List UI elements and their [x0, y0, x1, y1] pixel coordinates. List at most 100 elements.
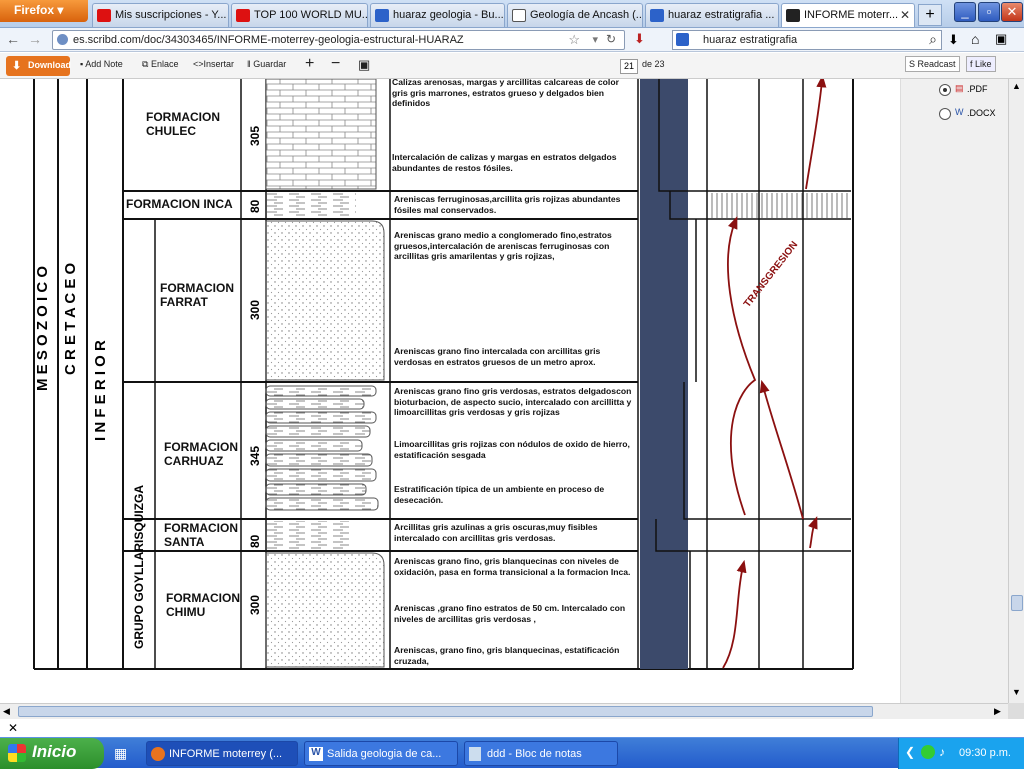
windows-logo-icon: [8, 744, 26, 762]
tab-mis-suscripciones[interactable]: Mis suscripciones - Y...: [92, 3, 229, 27]
firefox-menu-button[interactable]: Firefox ▾: [0, 0, 88, 22]
bookmarks-menu-icon[interactable]: ▣: [995, 31, 1007, 47]
radio-selected-icon[interactable]: [939, 84, 951, 96]
add-note-button[interactable]: ▪ Add Note: [80, 59, 123, 69]
bookmark-star-icon[interactable]: ☆: [568, 32, 580, 48]
formation-description: Areniscas grano fino gris verdosas, estr…: [394, 386, 632, 417]
close-tab-icon[interactable]: ✕: [900, 8, 910, 22]
page-total: de 23: [642, 59, 665, 69]
fullscreen-icon[interactable]: ▣: [358, 57, 370, 73]
task-word[interactable]: W Salida geologia de ca...: [304, 741, 458, 766]
scroll-up-icon[interactable]: ▲: [1012, 81, 1021, 91]
youtube-icon: [97, 9, 111, 22]
task-label: Salida geologia de ca...: [327, 748, 442, 760]
formation-name: FORMACION CHIMU: [166, 591, 240, 619]
page-icon: [512, 9, 526, 22]
group-label: GRUPO GOYLLARISQUIZGA: [132, 484, 146, 649]
format-label: .PDF: [967, 84, 988, 94]
reload-icon[interactable]: ↻: [606, 32, 616, 46]
era-label: M E S O Z O I C O: [34, 265, 51, 391]
dropdown-icon[interactable]: ▾: [592, 33, 598, 46]
vertical-scrollbar[interactable]: ▲ ▼: [1008, 79, 1024, 703]
network-icon[interactable]: [921, 745, 935, 759]
task-firefox[interactable]: INFORME moterrey (...: [146, 741, 298, 766]
close-icon[interactable]: ✕: [8, 721, 18, 735]
window-close-button[interactable]: ✕: [1001, 2, 1023, 22]
url-bar[interactable]: es.scribd.com/doc/34303465/INFORME-moter…: [52, 30, 625, 50]
minimize-button[interactable]: _: [954, 2, 976, 22]
scroll-right-icon[interactable]: ▶: [994, 706, 1001, 717]
tab-huaraz-geologia[interactable]: huaraz geologia - Bu...: [370, 3, 505, 27]
tab-label: INFORME moterr...: [804, 9, 899, 21]
scribd-toolbar: ⬇ Download ▪ Add Note ⧉ Enlace <>Insertar…: [0, 53, 1024, 79]
radio-unselected-icon[interactable]: [939, 108, 951, 120]
tab-informe-moterrey[interactable]: INFORME moterr... ✕: [781, 3, 915, 27]
download-button[interactable]: ⬇ Download: [6, 56, 71, 76]
readcast-button[interactable]: S Readcast: [905, 56, 960, 72]
lithology-santa: [266, 521, 352, 549]
expand-tray-icon[interactable]: ❮: [905, 745, 915, 759]
maximize-button[interactable]: ▫: [978, 2, 1000, 22]
tab-label: Geología de Ancash (...: [530, 9, 643, 21]
site-identity-icon[interactable]: [57, 34, 68, 45]
document-viewer: M E S O Z O I C O C R E T A C E O I N F …: [0, 79, 900, 703]
like-button[interactable]: f Like: [966, 56, 996, 72]
scroll-thumb[interactable]: [18, 706, 873, 717]
home-icon[interactable]: ⌂: [971, 31, 979, 47]
download-helper-icon[interactable]: ⬇: [634, 31, 645, 47]
word-icon: W: [955, 107, 964, 117]
thickness-value: 300: [248, 594, 262, 615]
search-icon[interactable]: ⌕: [929, 31, 937, 48]
google-icon[interactable]: [676, 33, 689, 46]
search-text: huaraz estratigrafia: [703, 34, 798, 46]
formation-name: FORMACION CARHUAZ: [164, 440, 238, 468]
scroll-left-icon[interactable]: ◀: [3, 706, 10, 717]
tab-label: huaraz estratigrafia ...: [668, 9, 775, 21]
system-tray: ❮ ♪ 09:30 p.m.: [898, 738, 1024, 769]
clock[interactable]: 09:30 p.m.: [959, 747, 1011, 759]
start-button[interactable]: Inicio: [0, 738, 104, 769]
forward-arrow-icon[interactable]: →: [28, 31, 42, 47]
tab-geologia-ancash[interactable]: Geología de Ancash (...: [507, 3, 643, 27]
scroll-thumb[interactable]: [1011, 595, 1023, 611]
volume-icon[interactable]: ♪: [939, 745, 945, 759]
formation-description: Areniscas grano fino, gris blanquecinas …: [394, 556, 631, 577]
lithology-inca: [266, 193, 356, 217]
insertar-button[interactable]: <>Insertar: [193, 59, 234, 69]
formation-description: Areniscas grano medio a conglomerado fin…: [394, 230, 612, 261]
new-tab-button[interactable]: +: [918, 4, 942, 26]
formation-name: FORMACION FARRAT: [160, 281, 234, 309]
lithology-chimu: [265, 552, 385, 668]
readcast-label: Readcast: [917, 59, 956, 69]
zoom-out-icon[interactable]: −: [331, 55, 340, 73]
formation-name: FORMACION CHULEC: [146, 110, 220, 138]
show-desktop-icon[interactable]: ▦: [114, 745, 127, 762]
horizontal-scrollbar[interactable]: ◀ ▶: [0, 703, 1008, 719]
enlace-button[interactable]: ⧉ Enlace: [142, 59, 178, 70]
transgression-arrows: [722, 79, 827, 669]
task-notepad[interactable]: ddd - Bloc de notas: [464, 741, 618, 766]
tab-huaraz-estratigrafia[interactable]: huaraz estratigrafia ...: [645, 3, 779, 27]
scroll-down-icon[interactable]: ▼: [1012, 687, 1021, 697]
scribd-icon: S: [909, 59, 918, 69]
firefox-menu-label: Firefox: [14, 3, 55, 17]
zoom-in-icon[interactable]: +: [305, 55, 314, 73]
thickness-value: 80: [248, 534, 262, 548]
download-label: Download: [28, 60, 71, 70]
formation-name: FORMACION SANTA: [164, 521, 238, 549]
period-label: C R E T A C E O: [62, 262, 79, 375]
tab-bar: Firefox ▾ Mis suscripciones - Y... TOP 1…: [0, 0, 1024, 28]
thickness-value: 305: [248, 125, 262, 146]
embed-icon: <>: [193, 59, 204, 69]
downloads-icon[interactable]: ⬇: [948, 32, 959, 48]
url-text: es.scribd.com/doc/34303465/INFORME-moter…: [73, 34, 464, 46]
task-label: INFORME moterrey (...: [169, 748, 283, 760]
scroll-corner: [1008, 703, 1024, 719]
tab-top-100[interactable]: TOP 100 WORLD MU...: [231, 3, 368, 27]
page-number-input[interactable]: 21: [620, 59, 638, 74]
sea-level-bar: [640, 79, 688, 669]
back-arrow-icon[interactable]: ←: [6, 31, 20, 47]
guardar-button[interactable]: ‖ Guardar: [247, 59, 286, 69]
formation-description: Areniscas ferruginosas,arcillita gris ro…: [394, 194, 621, 215]
search-input[interactable]: huaraz estratigrafia ⌕: [672, 30, 942, 50]
